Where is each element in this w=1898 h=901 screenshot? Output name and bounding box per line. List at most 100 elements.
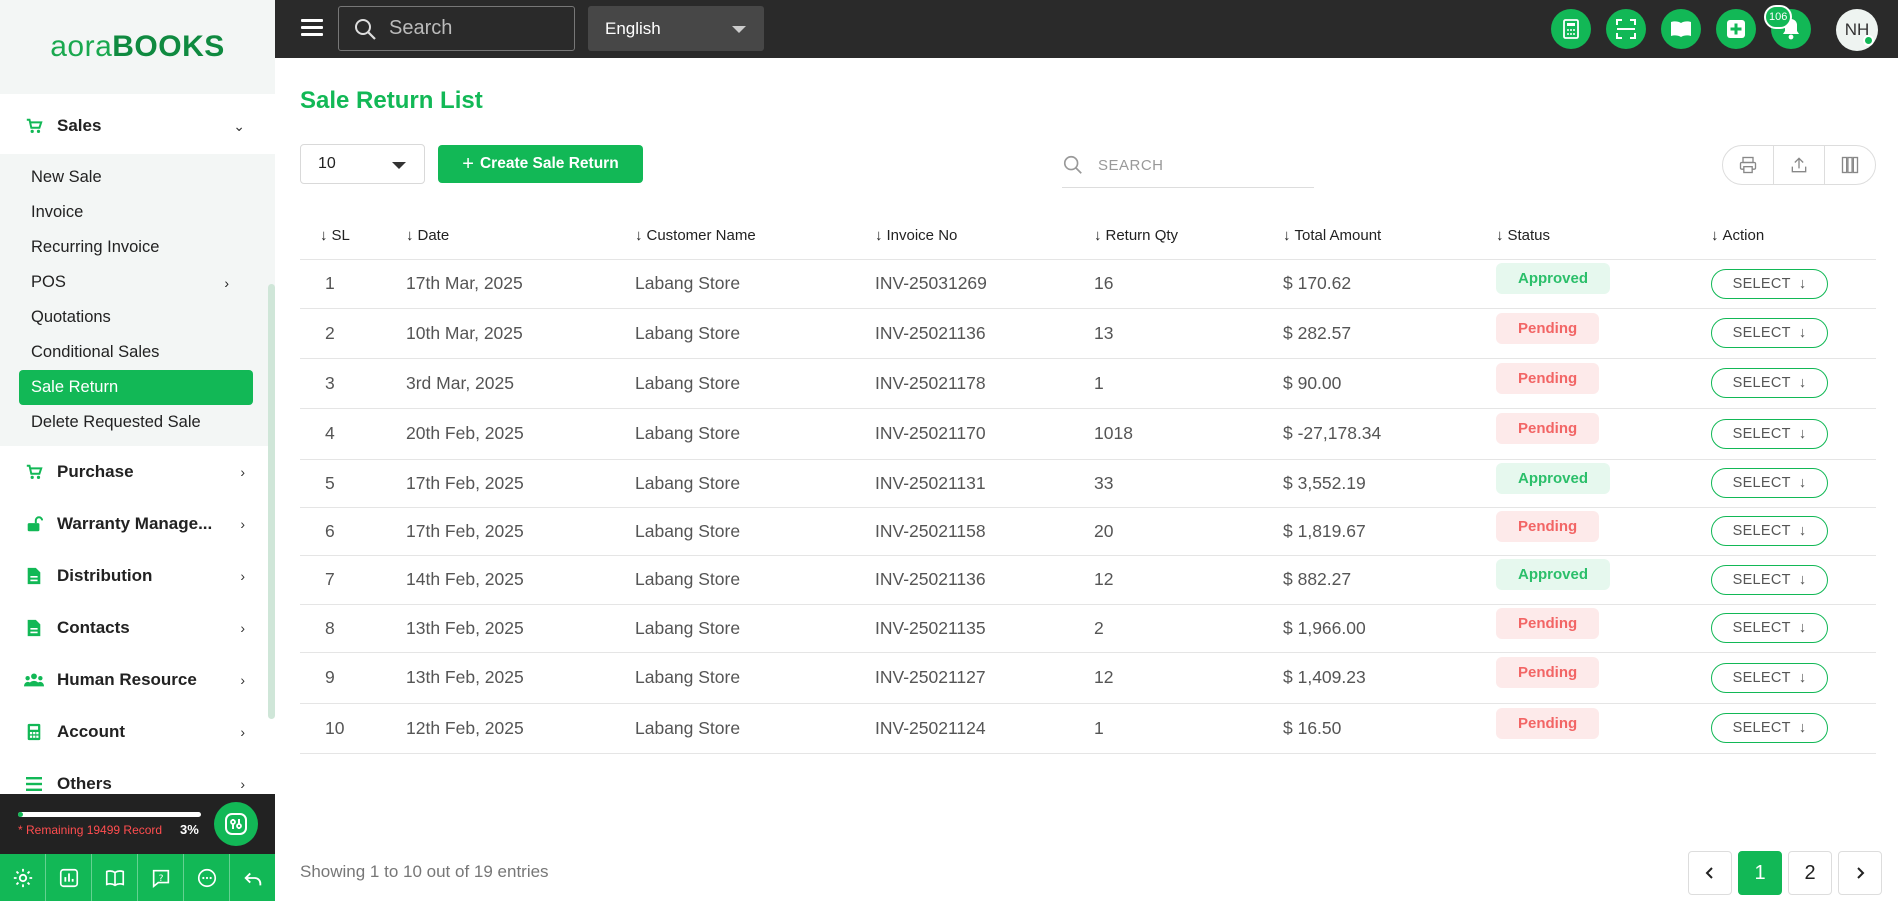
support-button[interactable] — [214, 802, 258, 846]
status-badge: Approved — [1496, 462, 1611, 494]
sidebar-item-delete-requested-sale[interactable]: Delete Requested Sale — [19, 405, 253, 440]
prev-page-button[interactable] — [1688, 851, 1732, 895]
sidebar-section-contacts[interactable]: Contacts › — [0, 602, 275, 654]
table-row[interactable]: 1 17th Mar, 2025 Labang Store INV-25031269 1… — [300, 259, 1876, 309]
cell-return-qty: 1 — [1094, 358, 1283, 409]
table-tools — [1722, 145, 1876, 185]
sidebar-section-warranty[interactable]: Warranty Manage... › — [0, 498, 275, 550]
cell-return-qty: 12 — [1094, 555, 1283, 605]
global-search[interactable] — [338, 6, 575, 51]
sidebar-item-new-sale[interactable]: New Sale — [19, 160, 253, 195]
table-row[interactable]: 6 17th Feb, 2025 Labang Store INV-25021158 2… — [300, 507, 1876, 556]
table-row[interactable]: 8 13th Feb, 2025 Labang Store INV-25021135 2… — [300, 604, 1876, 653]
cell-action: SELECT ↓ — [1711, 652, 1876, 704]
brand-logo[interactable]: aoraBOOKS — [50, 30, 225, 64]
select-action-button[interactable]: SELECT ↓ — [1711, 468, 1828, 498]
sidebar-item-sale-return[interactable]: Sale Return — [19, 370, 253, 405]
column-header-customer[interactable]: ↓ Customer Name — [635, 213, 875, 260]
select-action-label: SELECT — [1732, 669, 1791, 686]
column-label: Invoice No — [886, 227, 958, 245]
search-icon — [355, 18, 376, 40]
logout-button[interactable] — [230, 854, 275, 901]
column-header-status[interactable]: ↓ Status — [1496, 213, 1711, 260]
table-search-input[interactable] — [1098, 156, 1298, 174]
column-header-invoice[interactable]: ↓ Invoice No — [875, 213, 1094, 260]
sidebar-item-conditional-sales[interactable]: Conditional Sales — [19, 335, 253, 370]
cell-date: 13th Feb, 2025 — [406, 604, 635, 653]
select-action-button[interactable]: SELECT ↓ — [1711, 662, 1828, 693]
cell-sl: 8 — [300, 604, 406, 653]
column-header-sl[interactable]: ↓ SL — [300, 213, 406, 260]
sidebar-section-sales[interactable]: Sales ⌄ — [0, 98, 275, 154]
export-button[interactable] — [1774, 146, 1825, 184]
table-row[interactable]: 7 14th Feb, 2025 Labang Store INV-25021136 1… — [300, 555, 1876, 605]
page-1-button[interactable]: 1 — [1738, 851, 1782, 895]
sidebar-scrollbar[interactable] — [268, 284, 275, 719]
table-row[interactable]: 5 17th Feb, 2025 Labang Store INV-25021131 3… — [300, 459, 1876, 508]
column-label: Return Qty — [1105, 227, 1179, 245]
entries-summary: Showing 1 to 10 out of 19 entries — [300, 862, 549, 881]
sidebar-section-purchase[interactable]: Purchase › — [0, 446, 275, 498]
table-search[interactable] — [1062, 143, 1314, 188]
settings-button[interactable] — [0, 854, 46, 901]
language-select[interactable]: English — [588, 6, 764, 51]
cell-date: 14th Feb, 2025 — [406, 555, 635, 605]
select-action-button[interactable]: SELECT ↓ — [1711, 613, 1828, 643]
sidebar-section-others[interactable]: Others › — [0, 758, 275, 794]
calculator-button[interactable] — [1551, 9, 1591, 49]
global-search-input[interactable] — [389, 17, 549, 40]
table-row[interactable]: 2 10th Mar, 2025 Labang Store INV-25021136 1… — [300, 308, 1876, 359]
next-page-button[interactable] — [1838, 851, 1882, 895]
cell-sl: 1 — [300, 259, 406, 309]
sort-arrow-icon: ↓ — [635, 227, 643, 245]
select-action-button[interactable]: SELECT ↓ — [1711, 516, 1828, 546]
cell-status: Pending — [1496, 507, 1711, 556]
select-action-button[interactable]: SELECT ↓ — [1711, 564, 1828, 595]
table-row[interactable]: 4 20th Feb, 2025 Labang Store INV-25021170 1… — [300, 408, 1876, 460]
column-header-total-amount[interactable]: ↓ Total Amount — [1283, 213, 1496, 260]
table-row[interactable]: 10 12th Feb, 2025 Labang Store INV-25021124… — [300, 703, 1876, 754]
column-header-date[interactable]: ↓ Date — [406, 213, 635, 260]
create-sale-return-button[interactable]: + Create Sale Return — [438, 145, 643, 183]
cell-invoice: INV-25021178 — [875, 358, 1094, 409]
status-badge: Pending — [1496, 362, 1600, 394]
cell-sl: 5 — [300, 459, 406, 508]
help-button[interactable]: ? — [138, 854, 184, 901]
sliders-icon — [225, 813, 247, 835]
sidebar-section-human-resource[interactable]: Human Resource › — [0, 654, 275, 706]
add-button[interactable] — [1716, 9, 1756, 49]
ledger-button[interactable] — [1661, 9, 1701, 49]
chevron-left-icon — [1705, 867, 1713, 879]
sidebar-item-quotations[interactable]: Quotations — [19, 300, 253, 335]
page-2-button[interactable]: 2 — [1788, 851, 1832, 895]
select-action-button[interactable]: SELECT ↓ — [1711, 713, 1828, 743]
guide-button[interactable] — [92, 854, 138, 901]
sidebar-item-invoice[interactable]: Invoice — [19, 195, 253, 230]
print-button[interactable] — [1723, 146, 1774, 184]
select-action-button[interactable]: SELECT ↓ — [1711, 418, 1828, 449]
sort-arrow-icon: ↓ — [1711, 227, 1719, 245]
reports-button[interactable] — [46, 854, 92, 901]
table-row[interactable]: 3 3rd Mar, 2025 Labang Store INV-25021178 1 $… — [300, 358, 1876, 409]
cell-invoice: INV-25021131 — [875, 459, 1094, 508]
per-page-select[interactable]: 10 — [300, 144, 425, 184]
scan-button[interactable] — [1606, 9, 1646, 49]
column-header-action[interactable]: ↓ Action — [1711, 213, 1876, 260]
select-action-button[interactable]: SELECT ↓ — [1711, 268, 1828, 299]
chevron-right-icon — [1857, 867, 1865, 879]
sidebar-section-distribution[interactable]: Distribution › — [0, 550, 275, 602]
sidebar-item-recurring-invoice[interactable]: Recurring Invoice — [19, 230, 253, 265]
menu-toggle-icon[interactable] — [301, 19, 323, 37]
table-row[interactable]: 9 13th Feb, 2025 Labang Store INV-25021127 1… — [300, 652, 1876, 704]
sidebar-item-pos[interactable]: POS › — [19, 265, 253, 300]
chat-button[interactable] — [184, 854, 230, 901]
columns-button[interactable] — [1825, 146, 1875, 184]
select-action-button[interactable]: SELECT ↓ — [1711, 318, 1828, 348]
cell-return-qty: 20 — [1094, 507, 1283, 556]
select-action-button[interactable]: SELECT ↓ — [1711, 368, 1828, 398]
sidebar-section-account[interactable]: Account › — [0, 706, 275, 758]
online-status-dot — [1863, 35, 1874, 46]
column-header-return-qty[interactable]: ↓ Return Qty — [1094, 213, 1283, 260]
sort-arrow-icon: ↓ — [1496, 227, 1504, 245]
cell-sl: 4 — [300, 408, 406, 460]
